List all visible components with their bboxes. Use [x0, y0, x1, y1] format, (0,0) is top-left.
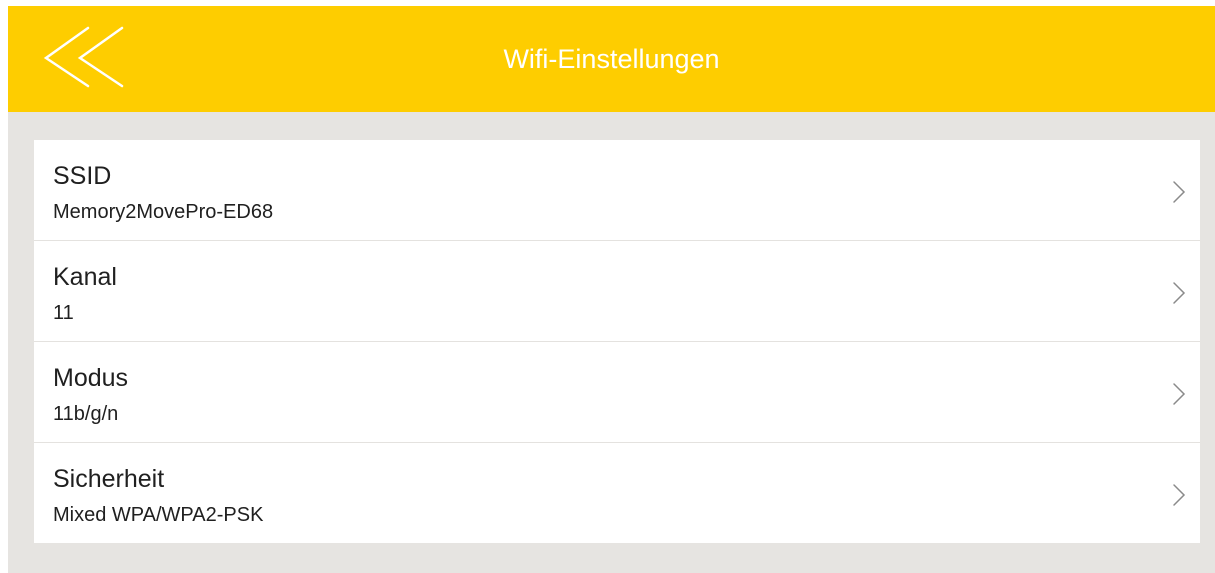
back-button[interactable]: [38, 24, 128, 90]
settings-item-label: Sicherheit: [53, 465, 165, 493]
chevron-right-icon: [1172, 180, 1186, 204]
settings-item-sicherheit[interactable]: Sicherheit Mixed WPA/WPA2-PSK: [34, 443, 1200, 543]
settings-item-value: Mixed WPA/WPA2-PSK: [53, 504, 264, 526]
settings-item-value: Memory2MovePro-ED68: [53, 201, 274, 223]
settings-item-value: 11b/g/n: [53, 403, 119, 425]
settings-item-modus[interactable]: Modus 11b/g/n: [34, 342, 1200, 443]
settings-item-label: Modus: [53, 364, 129, 392]
page-title: Wifi-Einstellungen: [503, 44, 720, 74]
chevron-right-icon: [1172, 281, 1186, 305]
wifi-settings-screen: Wifi-Einstellungen SSID Memory2MovePro-E…: [8, 6, 1215, 573]
settings-item-label: SSID: [53, 162, 112, 190]
settings-list: SSID Memory2MovePro-ED68 Kanal 11 Modus …: [34, 140, 1200, 543]
settings-item-kanal[interactable]: Kanal 11: [34, 241, 1200, 342]
chevron-right-icon: [1172, 382, 1186, 406]
settings-item-value: 11: [53, 302, 74, 324]
double-chevron-left-icon: [38, 24, 128, 90]
settings-item-label: Kanal: [53, 263, 117, 291]
chevron-right-icon: [1172, 483, 1186, 507]
header-bar: Wifi-Einstellungen: [8, 6, 1215, 112]
settings-item-ssid[interactable]: SSID Memory2MovePro-ED68: [34, 140, 1200, 241]
